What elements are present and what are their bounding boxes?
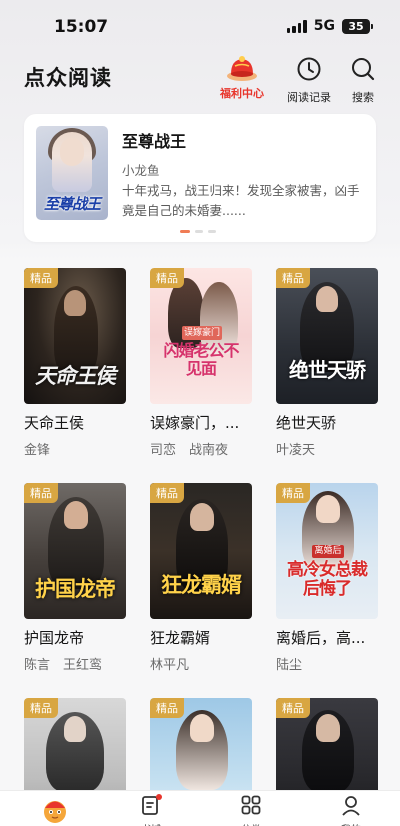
carousel-dot xyxy=(208,230,216,233)
book-title: 狂龙霸婿 xyxy=(150,629,211,647)
carousel-dot-active xyxy=(180,230,190,233)
book-cover: 绝世天骄 精品 xyxy=(276,268,378,404)
signal-icon xyxy=(286,19,307,33)
bookstore-icon xyxy=(140,794,162,820)
tab-bookstore[interactable]: 书城 xyxy=(126,794,176,826)
book-item[interactable]: 离婚后 高冷女总裁后悔了 精品 离婚后，高... 陆尘 xyxy=(276,483,380,673)
premium-badge: 精品 xyxy=(150,698,184,718)
search-icon xyxy=(350,56,376,86)
search-label: 搜索 xyxy=(352,91,374,104)
book-item[interactable]: 天命王侯 精品 天命王侯 金锋 xyxy=(24,268,128,458)
book-cover-title: 闪婚老公不见面 xyxy=(163,341,239,378)
tab-category[interactable]: 分类 xyxy=(226,794,276,826)
book-cover-subtitle: 误嫁豪门 xyxy=(182,326,222,340)
book-cover: 天命王侯 精品 xyxy=(24,268,126,404)
profile-icon xyxy=(340,794,362,820)
premium-badge: 精品 xyxy=(276,268,310,288)
book-item[interactable]: 护国龙帝 精品 护国龙帝 陈言 王红鸾 xyxy=(24,483,128,673)
welfare-center-button[interactable]: 福利中心 xyxy=(220,54,264,101)
book-cover: 狂龙霸婿 精品 xyxy=(150,483,252,619)
status-indicators: 5G 35 xyxy=(286,18,373,34)
premium-badge: 精品 xyxy=(150,268,184,288)
search-button[interactable]: 搜索 xyxy=(350,54,376,105)
tab-category-label: 分类 xyxy=(241,821,261,826)
premium-badge: 精品 xyxy=(24,483,58,503)
network-type: 5G xyxy=(313,18,335,34)
premium-badge: 精品 xyxy=(24,268,58,288)
book-item[interactable]: 绝世天骄 精品 绝世天骄 叶凌天 xyxy=(276,268,380,458)
book-title: 天命王侯 xyxy=(24,414,85,432)
status-time: 15:07 xyxy=(54,17,109,37)
premium-badge: 精品 xyxy=(24,698,58,718)
reading-history-button[interactable]: 阅读记录 xyxy=(287,54,331,105)
mascot-icon xyxy=(40,794,70,826)
battery-level: 35 xyxy=(348,19,364,33)
book-author: 陆尘 xyxy=(276,658,303,673)
app-title: 点众阅读 xyxy=(24,66,112,90)
book-cover-title: 天命王侯 xyxy=(35,364,116,388)
featured-book-cover: 至尊战王 xyxy=(36,126,108,220)
book-title: 误嫁豪门，... xyxy=(150,414,240,432)
book-cover-title: 狂龙霸婿 xyxy=(161,573,242,597)
book-title: 离婚后，高... xyxy=(276,629,366,647)
book-title: 护国龙帝 xyxy=(24,629,85,647)
tab-bookstore-label: 书城 xyxy=(141,821,161,826)
tab-home[interactable] xyxy=(30,794,80,826)
clock-icon xyxy=(296,56,322,86)
tab-profile[interactable]: 我的 xyxy=(326,794,376,826)
premium-badge: 精品 xyxy=(150,483,184,503)
book-author: 林平凡 xyxy=(150,658,190,673)
book-author: 司恋 战南夜 xyxy=(150,443,229,458)
book-cover-title: 高冷女总裁后悔了 xyxy=(287,560,368,599)
book-title: 绝世天骄 xyxy=(276,414,337,432)
book-cover: 离婚后 高冷女总裁后悔了 精品 xyxy=(276,483,378,619)
carousel-dot xyxy=(195,230,203,233)
featured-book-author: 小龙鱼 xyxy=(122,163,160,178)
category-grid-icon xyxy=(240,794,262,820)
featured-book-title: 至尊战王 xyxy=(122,132,187,151)
status-bar: 15:07 5G 35 xyxy=(0,0,400,52)
gift-hat-icon xyxy=(225,54,259,82)
book-author: 金锋 xyxy=(24,443,51,458)
bottom-tab-bar: 书城 分类 我的 xyxy=(0,790,400,826)
reading-history-label: 阅读记录 xyxy=(287,91,331,104)
book-cover: 护国龙帝 精品 xyxy=(24,483,126,619)
book-cover-title: 护国龙帝 xyxy=(35,577,116,601)
featured-book-description: 十年戎马，战王归来！发现全家被害，凶手竟是自己的未婚妻...... xyxy=(122,183,360,218)
featured-book-card[interactable]: 至尊战王 至尊战王 小龙鱼 十年戎马，战王归来！发现全家被害，凶手竟是自己的未婚… xyxy=(24,114,376,242)
book-author: 叶凌天 xyxy=(276,443,316,458)
premium-badge: 精品 xyxy=(276,483,310,503)
book-author: 陈言 王红鸾 xyxy=(24,658,103,673)
featured-cover-title: 至尊战王 xyxy=(43,195,101,213)
premium-badge: 精品 xyxy=(276,698,310,718)
book-item[interactable]: 误嫁豪门 闪婚老公不见面 精品 误嫁豪门，... 司恋 战南夜 xyxy=(150,268,254,458)
carousel-indicator xyxy=(180,230,216,233)
book-cover: 误嫁豪门 闪婚老公不见面 精品 xyxy=(150,268,252,404)
welfare-center-label: 福利中心 xyxy=(220,87,264,100)
book-cover-title: 绝世天骄 xyxy=(289,358,366,382)
notification-dot xyxy=(156,794,162,800)
book-item[interactable]: 狂龙霸婿 精品 狂龙霸婿 林平凡 xyxy=(150,483,254,673)
book-cover-subtitle: 离婚后 xyxy=(312,545,344,558)
battery-icon: 35 xyxy=(342,18,373,34)
tab-profile-label: 我的 xyxy=(341,821,361,826)
